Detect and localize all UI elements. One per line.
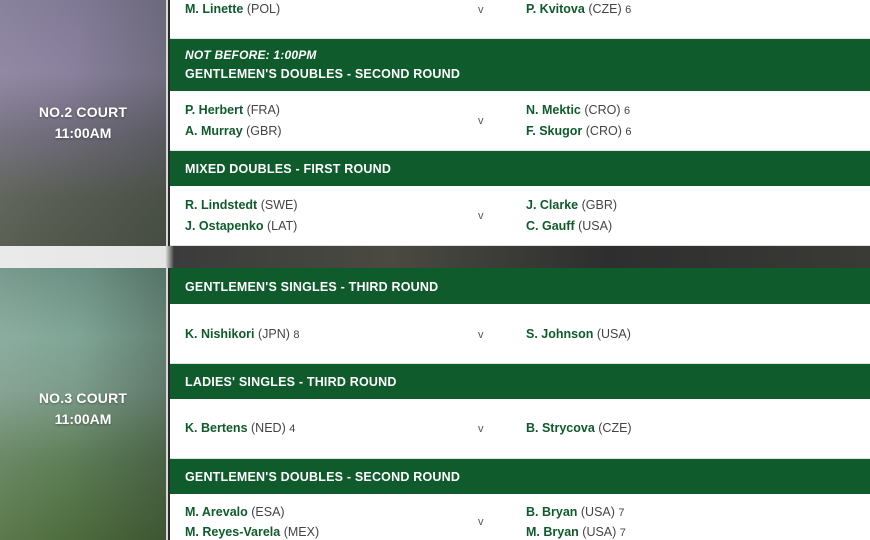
player-seed: 6: [625, 126, 632, 138]
player-name[interactable]: R. Lindstedt: [185, 198, 257, 212]
event-header: MIXED DOUBLES - FIRST ROUND: [170, 151, 870, 186]
court-block-no2: NO.2 COURT 11:00AM M. Linette (POL) v P.…: [0, 0, 870, 246]
player-name[interactable]: K. Bertens: [185, 421, 248, 435]
player-country: (USA): [578, 219, 613, 233]
player-country: (LAT): [266, 219, 298, 233]
match-row: M. Arevalo (ESA) M. Reyes-Varela (MEX) v…: [170, 494, 870, 540]
court-matches: GENTLEMEN'S SINGLES - THIRD ROUND K. Nis…: [170, 268, 870, 540]
court-start-time: 11:00AM: [54, 125, 112, 141]
player-country: (ESA): [251, 505, 285, 519]
versus-label: v: [478, 210, 484, 222]
player: M. Reyes-Varela (MEX): [185, 525, 319, 539]
match-row: M. Linette (POL) v P. Kvitova (CZE) 6: [170, 0, 870, 39]
player-country: (POL): [246, 2, 281, 16]
event-title: GENTLEMEN'S DOUBLES - SECOND ROUND: [185, 67, 461, 81]
player: N. Mektic (CRO) 6: [526, 103, 630, 117]
court-divider: [0, 246, 870, 268]
player-name[interactable]: J. Ostapenko: [185, 219, 264, 233]
court-block-no3: NO.3 COURT 11:00AM GENTLEMEN'S SINGLES -…: [0, 268, 870, 540]
court-label-panel: NO.3 COURT 11:00AM: [0, 268, 168, 540]
player: K. Bertens (NED) 4: [185, 421, 295, 435]
player: J. Clarke (GBR): [526, 198, 617, 212]
player-name[interactable]: M. Linette: [185, 2, 243, 16]
player-country: (CRO): [585, 124, 622, 138]
player-seed: 8: [293, 329, 300, 341]
player-seed: 7: [618, 507, 625, 519]
player-country: (GBR): [581, 198, 618, 212]
player: P. Herbert (FRA): [185, 103, 280, 117]
court-start-time: 11:00AM: [54, 411, 112, 427]
player-name[interactable]: P. Herbert: [185, 103, 243, 117]
event-title: LADIES' SINGLES - THIRD ROUND: [185, 375, 397, 389]
court-label-panel: NO.2 COURT 11:00AM: [0, 0, 168, 246]
player-country: (USA): [596, 327, 631, 341]
match-row: P. Herbert (FRA) A. Murray (GBR) v N. Me…: [170, 91, 870, 151]
player-country: (MEX): [283, 525, 320, 539]
player-name[interactable]: S. Johnson: [526, 327, 593, 341]
player: B. Strycova (CZE): [526, 421, 632, 435]
player-seed: 4: [289, 423, 296, 435]
versus-label: v: [478, 4, 484, 16]
player-country: (NED): [251, 421, 286, 435]
player: R. Lindstedt (SWE): [185, 198, 298, 212]
match-row: K. Bertens (NED) 4 v B. Strycova (CZE): [170, 399, 870, 459]
player-name[interactable]: P. Kvitova: [526, 2, 585, 16]
player: A. Murray (GBR): [185, 124, 282, 138]
event-title: GENTLEMEN'S SINGLES - THIRD ROUND: [185, 280, 439, 294]
player: C. Gauff (USA): [526, 219, 612, 233]
event-header: NOT BEFORE: 1:00PM GENTLEMEN'S DOUBLES -…: [170, 39, 870, 91]
player: M. Arevalo (ESA): [185, 505, 285, 519]
player-country: (GBR): [246, 124, 282, 138]
player-country: (SWE): [260, 198, 298, 212]
player-country: (CZE): [598, 421, 632, 435]
player-country: (FRA): [246, 103, 280, 117]
court-name: NO.3 COURT: [38, 390, 128, 406]
player-name[interactable]: C. Gauff: [526, 219, 575, 233]
event-header: GENTLEMEN'S DOUBLES - SECOND ROUND: [170, 459, 870, 494]
player-name[interactable]: N. Mektic: [526, 103, 581, 117]
player-seed: 7: [619, 527, 626, 539]
player: P. Kvitova (CZE) 6: [526, 2, 631, 16]
event-title: GENTLEMEN'S DOUBLES - SECOND ROUND: [185, 470, 461, 484]
player-name[interactable]: K. Nishikori: [185, 327, 254, 341]
court-name: NO.2 COURT: [38, 104, 128, 120]
versus-label: v: [478, 516, 484, 528]
player-name[interactable]: F. Skugor: [526, 124, 582, 138]
player-name[interactable]: M. Reyes-Varela: [185, 525, 280, 539]
player-seed: 6: [623, 105, 631, 117]
player: F. Skugor (CRO) 6: [526, 124, 631, 138]
court-matches: M. Linette (POL) v P. Kvitova (CZE) 6 NO…: [170, 0, 870, 246]
versus-label: v: [478, 423, 484, 435]
player-name[interactable]: B. Bryan: [526, 505, 577, 519]
player-country: (CRO): [584, 103, 621, 117]
not-before-label: NOT BEFORE: 1:00PM: [185, 48, 317, 62]
player: K. Nishikori (JPN) 8: [185, 327, 300, 341]
player: S. Johnson (USA): [526, 327, 631, 341]
event-title: MIXED DOUBLES - FIRST ROUND: [185, 162, 392, 176]
order-of-play: NO.2 COURT 11:00AM M. Linette (POL) v P.…: [0, 0, 870, 540]
player-name[interactable]: M. Arevalo: [185, 505, 248, 519]
player-name[interactable]: J. Clarke: [526, 198, 578, 212]
player: M. Bryan (USA) 7: [526, 525, 626, 539]
player-country: (USA): [580, 505, 615, 519]
player-name[interactable]: B. Strycova: [526, 421, 595, 435]
player-country: (CZE): [588, 2, 622, 16]
match-row: R. Lindstedt (SWE) J. Ostapenko (LAT) v …: [170, 186, 870, 246]
player-country: (JPN): [257, 327, 290, 341]
player: J. Ostapenko (LAT): [185, 219, 297, 233]
versus-label: v: [478, 115, 484, 127]
versus-label: v: [478, 329, 484, 341]
player-seed: 6: [625, 4, 632, 16]
event-header: LADIES' SINGLES - THIRD ROUND: [170, 364, 870, 399]
player-name[interactable]: M. Bryan: [526, 525, 579, 539]
event-header: GENTLEMEN'S SINGLES - THIRD ROUND: [170, 268, 870, 304]
player: M. Linette (POL): [185, 2, 280, 16]
player-country: (USA): [582, 525, 617, 539]
match-row: K. Nishikori (JPN) 8 v S. Johnson (USA): [170, 304, 870, 364]
player: B. Bryan (USA) 7: [526, 505, 625, 519]
player-name[interactable]: A. Murray: [185, 124, 243, 138]
